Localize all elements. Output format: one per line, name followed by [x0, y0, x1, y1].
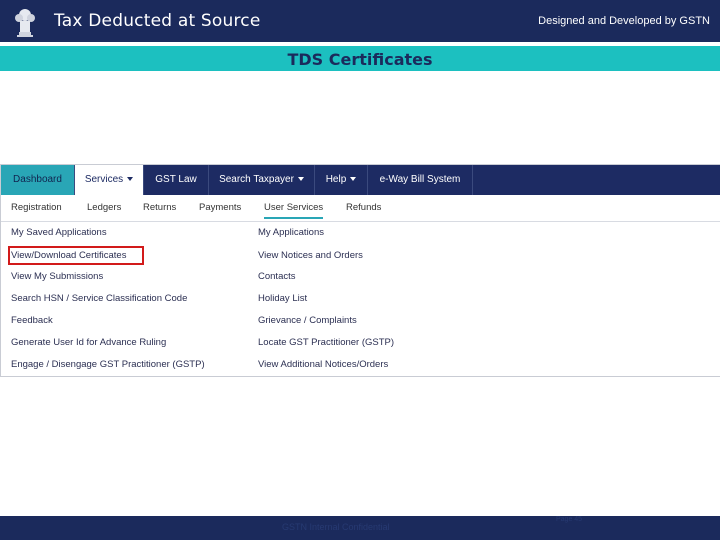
- menu-my-saved-applications[interactable]: My Saved Applications: [11, 227, 107, 238]
- subnav-returns[interactable]: Returns: [143, 202, 176, 213]
- menu-my-applications[interactable]: My Applications: [258, 227, 324, 238]
- subnav-user-services[interactable]: User Services: [264, 202, 324, 219]
- section-title: TDS Certificates: [287, 50, 433, 69]
- nav-services-label: Services: [84, 174, 124, 185]
- nav-dashboard[interactable]: Dashboard: [1, 165, 75, 195]
- nav-search-taxpayer-label: Search Taxpayer: [219, 174, 294, 185]
- highlight-box: [8, 246, 144, 265]
- nav-dashboard-label: Dashboard: [13, 174, 62, 185]
- menu-contacts[interactable]: Contacts: [258, 271, 296, 282]
- menu-view-my-submissions[interactable]: View My Submissions: [11, 271, 103, 282]
- menu-feedback[interactable]: Feedback: [11, 315, 53, 326]
- chevron-down-icon: [350, 177, 357, 182]
- nav-eway-bill[interactable]: e-Way Bill System: [368, 165, 473, 195]
- subnav-refunds[interactable]: Refunds: [346, 202, 381, 213]
- nav-help-label: Help: [325, 174, 347, 185]
- menu-locate-gstp[interactable]: Locate GST Practitioner (GSTP): [258, 337, 394, 348]
- nav-services[interactable]: Services: [75, 165, 144, 195]
- main-nav: Dashboard Services GST Law Search Taxpay…: [1, 165, 720, 195]
- footer-confidential: GSTN Internal Confidential: [282, 522, 390, 532]
- footer-page-number: Page 45: [556, 516, 583, 523]
- portal-screenshot: Dashboard Services GST Law Search Taxpay…: [0, 164, 720, 377]
- menu-holiday-list[interactable]: Holiday List: [258, 293, 307, 304]
- services-sub-nav: Registration Ledgers Returns Payments Us…: [1, 195, 720, 222]
- menu-search-hsn[interactable]: Search HSN / Service Classification Code: [11, 293, 187, 304]
- footer-bar: GSTN Internal Confidential Page 45: [0, 516, 720, 540]
- nav-search-taxpayer[interactable]: Search Taxpayer: [209, 165, 315, 195]
- section-title-bar: TDS Certificates: [0, 46, 720, 71]
- top-header-bar: Tax Deducted at Source Designed and Deve…: [0, 0, 720, 42]
- app-title: Tax Deducted at Source: [54, 11, 261, 31]
- national-emblem-icon: [15, 9, 35, 37]
- nav-gst-law[interactable]: GST Law: [144, 165, 209, 195]
- menu-engage-disengage-gstp[interactable]: Engage / Disengage GST Practitioner (GST…: [11, 359, 205, 370]
- nav-help[interactable]: Help: [315, 165, 368, 195]
- menu-generate-user-id-advance-ruling[interactable]: Generate User Id for Advance Ruling: [11, 337, 166, 348]
- subnav-payments[interactable]: Payments: [199, 202, 241, 213]
- nav-eway-bill-label: e-Way Bill System: [379, 174, 461, 185]
- chevron-down-icon: [297, 177, 304, 182]
- menu-view-additional-notices[interactable]: View Additional Notices/Orders: [258, 359, 388, 370]
- subnav-registration[interactable]: Registration: [11, 202, 62, 213]
- chevron-down-icon: [127, 177, 134, 182]
- subnav-ledgers[interactable]: Ledgers: [87, 202, 121, 213]
- nav-gst-law-label: GST Law: [155, 174, 197, 185]
- menu-grievance-complaints[interactable]: Grievance / Complaints: [258, 315, 357, 326]
- menu-view-notices-orders[interactable]: View Notices and Orders: [258, 250, 363, 261]
- developer-credit: Designed and Developed by GSTN: [538, 15, 710, 27]
